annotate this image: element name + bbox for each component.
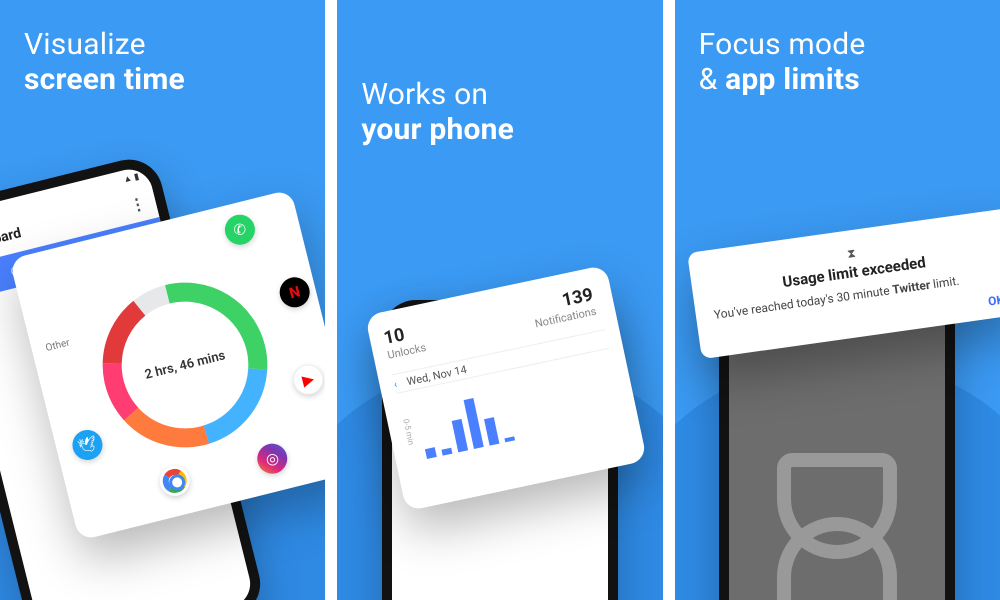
timeline-bar — [505, 436, 516, 442]
status-icons: ▲ ▮ — [122, 170, 140, 185]
stat-unlocks: 10 Unlocks — [382, 307, 491, 362]
date-label: Wed, Nov 14 — [406, 362, 468, 387]
netflix-icon: N — [276, 274, 312, 310]
youtube-icon: ▶ — [290, 361, 325, 397]
hourglass-icon — [777, 453, 897, 600]
headline-line2: your phone — [361, 112, 514, 147]
timeline-bars — [417, 391, 515, 459]
timeline-bar — [425, 447, 437, 459]
promo-triptych: Visualize screen time 9:56 ▲ ▮ Dashboard… — [0, 0, 1000, 600]
headline: Focus mode & app limits — [699, 28, 976, 97]
twitter-icon: 🕊 — [69, 427, 105, 463]
headline-line2: screen time — [24, 62, 185, 97]
chrome-ring — [160, 466, 189, 495]
alert-body-suffix: limit. — [929, 274, 960, 292]
headline-amp: & — [699, 62, 726, 97]
headline-line1: Works on — [361, 77, 488, 112]
timeline-bar — [442, 448, 453, 456]
headline: Visualize screen time — [24, 28, 301, 97]
timeline-bar — [484, 417, 499, 446]
chevron-left-icon[interactable]: ‹ — [393, 377, 399, 390]
whatsapp-icon: ✆ — [222, 212, 258, 248]
alert-body-app: Twitter — [891, 278, 931, 297]
headline-line1: Focus mode — [699, 27, 866, 62]
headline-line1: Visualize — [24, 27, 146, 62]
stat-notifications: 139 Notifications — [488, 284, 597, 339]
segment-label-other: Other — [45, 337, 71, 354]
timeline-bar — [464, 398, 484, 449]
overflow-icon[interactable]: ⋮ — [128, 193, 148, 215]
promo-panel-focus-limits: Focus mode & app limits 10:00 ⧗ Usage li… — [675, 0, 1000, 600]
promo-panel-visualize: Visualize screen time 9:56 ▲ ▮ Dashboard… — [0, 0, 325, 600]
promo-panel-works-phone: Works on your phone 10 Unlocks 139 Notif… — [337, 0, 662, 600]
headline-line2: app limits — [725, 62, 860, 97]
timeline-bar — [452, 418, 469, 452]
headline: Works on your phone — [361, 78, 638, 147]
instagram-icon: ◎ — [254, 440, 290, 476]
